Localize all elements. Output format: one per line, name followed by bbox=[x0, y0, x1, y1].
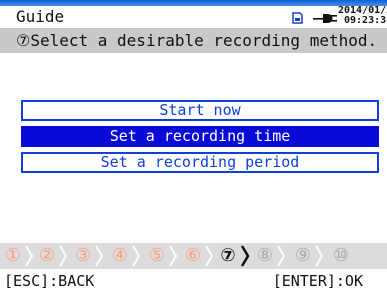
step-chevron bbox=[277, 245, 286, 267]
enter-ok-hint[interactable]: [ENTER]:OK bbox=[273, 272, 363, 290]
step-chevron-current bbox=[240, 245, 250, 267]
recording-method-options: Start now Set a recording time Set a rec… bbox=[21, 100, 379, 178]
step-5: ⑤ bbox=[148, 245, 166, 266]
step-7-current: ⑦ bbox=[220, 245, 236, 266]
esc-back-hint[interactable]: [ESC]:BACK bbox=[4, 272, 94, 290]
ac-power-icon bbox=[313, 14, 337, 23]
datetime-display: 2014/01/20 09:23:36 bbox=[338, 6, 387, 26]
option-start-now[interactable]: Start now bbox=[21, 100, 379, 121]
step-chevron bbox=[315, 245, 324, 267]
sd-card-icon bbox=[292, 12, 303, 24]
option-set-recording-period[interactable]: Set a recording period bbox=[21, 152, 379, 173]
header-bar: Guide 2014/01/20 09:23:36 bbox=[0, 6, 387, 28]
step-6: ⑥ bbox=[184, 245, 202, 266]
step-10: ⑩ bbox=[332, 245, 350, 266]
step-chevron bbox=[205, 245, 214, 267]
step-9: ⑨ bbox=[294, 245, 312, 266]
step-3: ③ bbox=[74, 245, 92, 266]
instruction-bar: ⑦Select a desirable recording method. bbox=[0, 28, 387, 53]
time-text: 09:23:36 bbox=[344, 15, 387, 26]
step-4: ④ bbox=[111, 245, 129, 266]
step-chevron bbox=[132, 245, 141, 267]
page-title: Guide bbox=[16, 7, 65, 26]
option-set-recording-time[interactable]: Set a recording time bbox=[21, 126, 379, 147]
step-chevron bbox=[169, 245, 178, 267]
step-8: ⑧ bbox=[256, 245, 274, 266]
step-progress-bar: ① ② ③ ④ ⑤ ⑥ ⑦ ⑧ ⑨ ⑩ bbox=[0, 243, 387, 269]
step-chevron bbox=[25, 245, 34, 267]
step-chevron bbox=[59, 245, 68, 267]
step-2: ② bbox=[38, 245, 56, 266]
instruction-text: ⑦Select a desirable recording method. bbox=[16, 31, 378, 50]
step-chevron bbox=[95, 245, 104, 267]
step-1: ① bbox=[4, 245, 22, 266]
footer-bar: [ESC]:BACK [ENTER]:OK bbox=[0, 269, 387, 294]
